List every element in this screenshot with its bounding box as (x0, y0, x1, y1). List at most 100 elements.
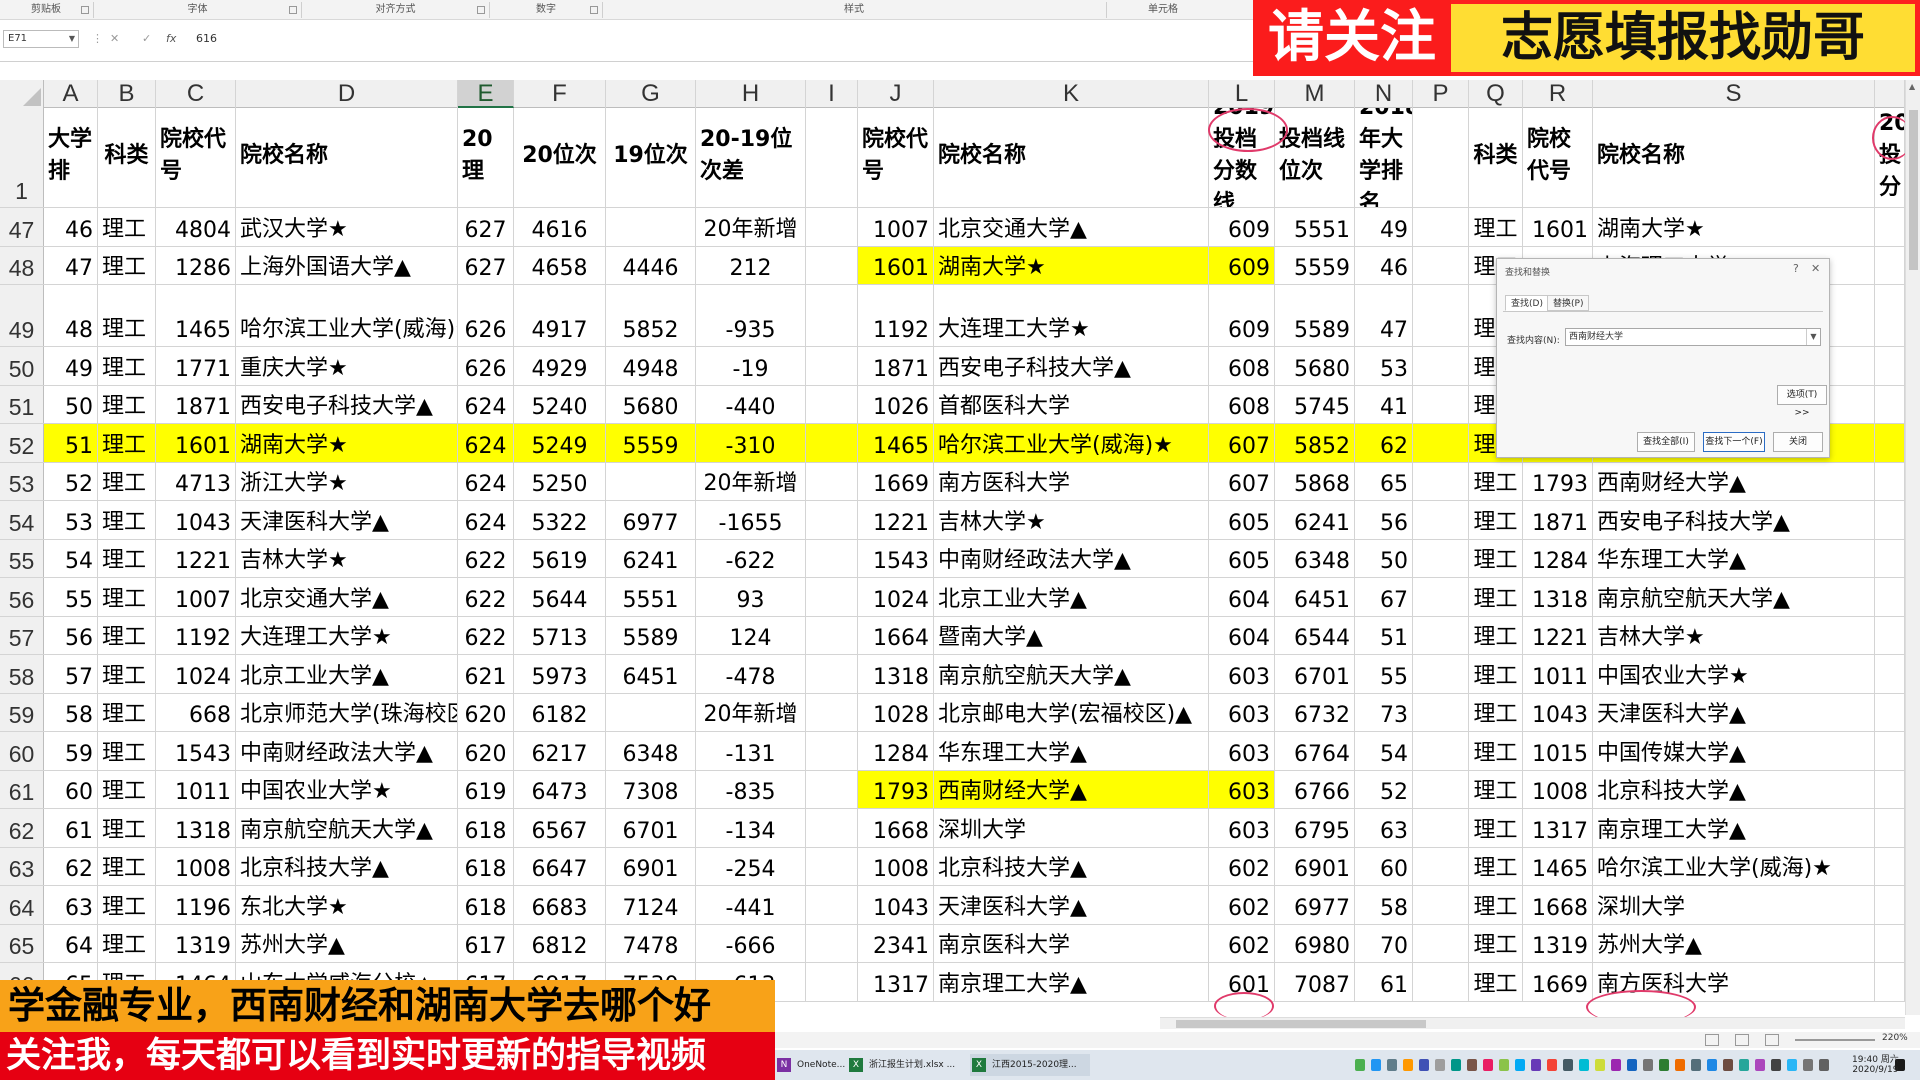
header-cutoff-rank[interactable]: 投档线位次 (1275, 108, 1355, 207)
cell-2020-rank[interactable]: 5644 (514, 578, 606, 616)
cell-school-code-2[interactable]: 1664 (858, 616, 934, 654)
cell-2019-cutoff[interactable]: 609 (1209, 285, 1275, 346)
cell-rank-diff[interactable]: -131 (696, 732, 806, 770)
row-header[interactable]: 52 (0, 424, 44, 462)
cell-empty[interactable] (1875, 770, 1905, 808)
cell-school-name-3[interactable]: 南京理工大学▲ (1593, 809, 1875, 847)
cell-school-name-3[interactable]: 北京科技大学▲ (1593, 770, 1875, 808)
cell-category-2[interactable]: 理工 (1469, 809, 1523, 847)
cell-school-name[interactable]: 天津医科大学▲ (236, 501, 458, 539)
tray-icon[interactable] (1691, 1059, 1701, 1071)
tray-icon[interactable] (1355, 1059, 1365, 1071)
tray-icon[interactable] (1451, 1059, 1461, 1071)
cell-category-2[interactable]: 理工 (1469, 578, 1523, 616)
cell-category-2[interactable]: 理工 (1469, 616, 1523, 654)
cell-2018-ranking[interactable]: 52 (1355, 770, 1413, 808)
cell-school-code-3[interactable]: 1601 (1523, 208, 1593, 246)
cell-2018-ranking[interactable]: 73 (1355, 693, 1413, 731)
cell-category[interactable]: 理工 (98, 770, 156, 808)
cell-school-name-3[interactable]: 南方医科大学 (1593, 963, 1875, 1001)
cell-school-code-2[interactable]: 1007 (858, 208, 934, 246)
cell-rank-diff[interactable]: -310 (696, 424, 806, 462)
cell-2020-rank[interactable]: 4658 (514, 246, 606, 284)
cell-2019-rank[interactable]: 4446 (606, 246, 696, 284)
cell-school-code-2[interactable]: 1601 (858, 246, 934, 284)
cell-rank-diff[interactable]: 93 (696, 578, 806, 616)
cell-school-name-2[interactable]: 暨南大学▲ (934, 616, 1209, 654)
cell-school-name-3[interactable]: 湖南大学★ (1593, 208, 1875, 246)
cell-school-code[interactable]: 1008 (156, 847, 236, 885)
cell-cutoff-rank[interactable]: 5589 (1275, 285, 1355, 346)
cell-empty[interactable] (806, 347, 858, 385)
cell-2018-ranking[interactable]: 67 (1355, 578, 1413, 616)
cell-rank[interactable]: 62 (44, 847, 98, 885)
cell-empty[interactable] (1413, 616, 1469, 654)
cell-school-code-2[interactable]: 1543 (858, 539, 934, 577)
row-header[interactable]: 56 (0, 578, 44, 616)
cell-school-code-2[interactable]: 2341 (858, 924, 934, 962)
cell-empty[interactable] (1875, 246, 1905, 284)
cell-rank-diff[interactable]: -622 (696, 539, 806, 577)
cell-cutoff-rank[interactable]: 6544 (1275, 616, 1355, 654)
cell-rank-diff[interactable]: 20年新增 (696, 208, 806, 246)
cell-empty[interactable] (806, 501, 858, 539)
cell-school-name-3[interactable]: 吉林大学★ (1593, 616, 1875, 654)
cell-category[interactable]: 理工 (98, 347, 156, 385)
cell-rank-diff[interactable]: -134 (696, 809, 806, 847)
cell-school-code-3[interactable]: 1319 (1523, 924, 1593, 962)
cell-empty[interactable] (1875, 924, 1905, 962)
cell-school-code-3[interactable]: 1465 (1523, 847, 1593, 885)
options-button[interactable]: 选项(T) >> (1777, 385, 1827, 418)
cell-empty[interactable] (806, 847, 858, 885)
tray-icon[interactable] (1435, 1059, 1445, 1071)
header-empty[interactable] (806, 108, 858, 207)
cell-empty[interactable] (806, 809, 858, 847)
cell-school-code-3[interactable]: 1793 (1523, 462, 1593, 500)
page-break-icon[interactable] (1765, 1034, 1779, 1046)
tray-icon[interactable] (1803, 1059, 1813, 1071)
cell-school-code-2[interactable]: 1871 (858, 347, 934, 385)
cell-2019-rank[interactable]: 5559 (606, 424, 696, 462)
row-header[interactable]: 64 (0, 886, 44, 924)
cell-2020-rank[interactable]: 4616 (514, 208, 606, 246)
cell-school-name[interactable]: 北京交通大学▲ (236, 578, 458, 616)
tray-icon[interactable] (1531, 1059, 1541, 1071)
cell-2019-cutoff[interactable]: 607 (1209, 424, 1275, 462)
cell-category[interactable]: 理工 (98, 693, 156, 731)
cell-empty[interactable] (1875, 539, 1905, 577)
tray-icon[interactable] (1563, 1059, 1573, 1071)
cell-empty[interactable] (806, 539, 858, 577)
row-header[interactable]: 63 (0, 847, 44, 885)
row-header[interactable]: 62 (0, 809, 44, 847)
cell-cutoff-rank[interactable]: 6241 (1275, 501, 1355, 539)
cell-2019-cutoff[interactable]: 602 (1209, 924, 1275, 962)
cell-school-code[interactable]: 1465 (156, 285, 236, 346)
cell-rank-diff[interactable]: -666 (696, 924, 806, 962)
cell-school-code[interactable]: 1043 (156, 501, 236, 539)
cell-category[interactable]: 理工 (98, 655, 156, 693)
header-2019-cutoff[interactable]: 2019投档分数线 (1209, 108, 1275, 207)
cell-school-code-2[interactable]: 1192 (858, 285, 934, 346)
cell-2020-rank[interactable]: 6567 (514, 809, 606, 847)
cell-2019-rank[interactable]: 6701 (606, 809, 696, 847)
tray-icon[interactable] (1627, 1059, 1637, 1071)
cell-2020-rank[interactable]: 5973 (514, 655, 606, 693)
cell-category[interactable]: 理工 (98, 246, 156, 284)
cell-2019-cutoff[interactable]: 603 (1209, 655, 1275, 693)
cell-school-code[interactable]: 4713 (156, 462, 236, 500)
cell-empty[interactable] (1875, 655, 1905, 693)
cell-rank[interactable]: 46 (44, 208, 98, 246)
cell-school-name-2[interactable]: 南京医科大学 (934, 924, 1209, 962)
column-header-r[interactable]: R (1523, 80, 1593, 108)
cell-rank-diff[interactable]: -19 (696, 347, 806, 385)
cell-2019-cutoff[interactable]: 604 (1209, 578, 1275, 616)
cell-empty[interactable] (806, 616, 858, 654)
tab-replace[interactable]: 替换(P) (1547, 295, 1590, 311)
cell-2019-cutoff[interactable]: 609 (1209, 246, 1275, 284)
cell-empty[interactable] (806, 208, 858, 246)
cell-rank[interactable]: 47 (44, 246, 98, 284)
cell-empty[interactable] (1875, 732, 1905, 770)
cell-2019-cutoff[interactable]: 603 (1209, 732, 1275, 770)
cell-2018-ranking[interactable]: 65 (1355, 462, 1413, 500)
cell-2020-score[interactable]: 627 (458, 246, 514, 284)
